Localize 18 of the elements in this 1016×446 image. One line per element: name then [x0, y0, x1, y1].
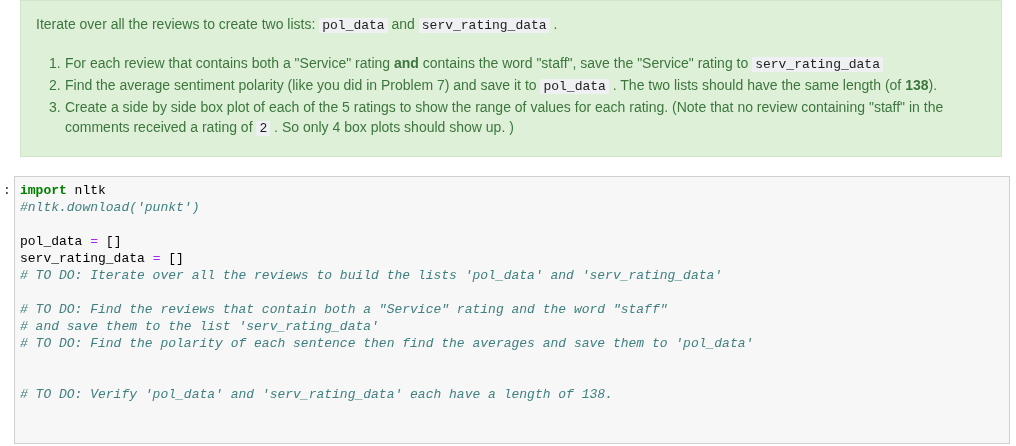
cell-prompt: :: [3, 182, 11, 199]
code-line: serv_rating_data = []: [20, 250, 184, 267]
code-line: #nltk.download('punkt'): [20, 199, 200, 216]
code-line: pol_data = []: [20, 233, 122, 250]
code-line: # TO DO: Iterate over all the reviews to build the lists 'pol_data' and 'serv_rating_data': [20, 267, 723, 284]
code-line: # and save them to the list 'serv_rating_data': [20, 318, 379, 335]
list-number: 3.: [49, 98, 62, 117]
code-line: # TO DO: Verify 'pol_data' and 'serv_rating_data' each have a length of 138.: [20, 386, 613, 403]
step-text: Find the average sentiment polarity (like you did in Problem 7) and save it to pol_data . The two lists should have the same length (of 138).: [65, 76, 938, 96]
code-line: # TO DO: Find the polarity of each sentence then find the averages and save them to 'pol_data': [20, 335, 754, 352]
list-number: 1.: [49, 54, 62, 73]
step-text: For each review that contains both a "Service" rating and contains the word "staff", save the "Service" rating to serv_rating_data: [65, 53, 883, 75]
list-number: 2.: [49, 76, 62, 95]
step-text: Create a side by side box plot of each of the 5 ratings to show the range of values for each rating. (Note that no review containing "staff" in the comments received a rating of 2 . So only 4 box plots should show up. ): [65, 98, 945, 138]
code-cell[interactable]: [14, 176, 1010, 444]
instruction-text: Iterate over all the reviews to create two lists: pol_data and serv_rating_data .: [36, 15, 559, 35]
code-line: # TO DO: Find the reviews that contain both a "Service" rating and the word "staff": [20, 301, 668, 318]
code-line: import nltk: [20, 182, 106, 199]
